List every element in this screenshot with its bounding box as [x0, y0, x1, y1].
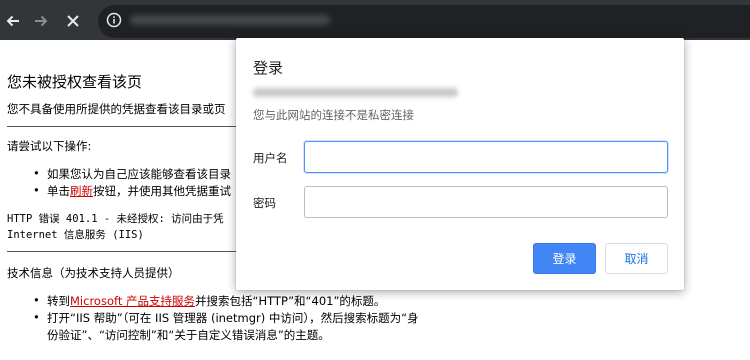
divider [7, 126, 247, 127]
connection-warning: 您与此网站的连接不是私密连接 [253, 108, 414, 122]
list-item: 如果您认为自己应该能够查看该目录 [33, 166, 231, 182]
list-item-continued: 份验证”、“访问控制”和“关于自定义错误消息”的主题。 [47, 328, 330, 342]
stop-button[interactable] [60, 8, 86, 34]
password-input[interactable] [304, 186, 668, 218]
bullet-text: 按钮，并使用其他凭据重试 [93, 184, 231, 198]
back-button[interactable] [0, 8, 26, 34]
bullet-text: 并搜索包括“HTTP”和“401”的标题。 [195, 294, 386, 308]
dialog-title: 登录 [253, 59, 284, 77]
info-icon[interactable] [106, 12, 122, 28]
bullet-text: 转到 [47, 294, 70, 308]
browser-toolbar [0, 0, 750, 40]
tech-heading: 技术信息（为技术支持人员提供） [7, 266, 180, 280]
username-label: 用户名 [253, 151, 288, 165]
list-item: 单击刷新按钮，并使用其他凭据重试 [33, 183, 231, 199]
support-link[interactable]: Microsoft 产品支持服务 [70, 294, 195, 308]
list-item: 转到Microsoft 产品支持服务并搜索包括“HTTP”和“401”的标题。 [33, 293, 386, 309]
cancel-button[interactable]: 取消 [605, 243, 668, 274]
forward-button[interactable] [28, 8, 54, 34]
password-label: 密码 [253, 196, 276, 210]
site-host-redacted [253, 88, 458, 97]
page-title: 您未被授权查看该页 [7, 73, 143, 91]
iis-line: Internet 信息服务 (IIS) [7, 229, 144, 241]
divider [7, 251, 247, 252]
page-description: 您不具备使用所提供的凭据查看该目录或页 [7, 102, 226, 116]
login-dialog: 登录 您与此网站的连接不是私密连接 用户名 密码 登录 取消 [236, 38, 684, 290]
error-code-line: HTTP 错误 401.1 - 未经授权: 访问由于凭 [7, 213, 224, 225]
list-item: 打开“IIS 帮助”（可在 IIS 管理器 (inetmgr) 中访问），然后搜… [33, 310, 419, 326]
bullet-text: 单击 [47, 184, 70, 198]
username-input[interactable] [304, 141, 668, 173]
login-button[interactable]: 登录 [533, 243, 596, 274]
try-heading: 请尝试以下操作: [7, 139, 92, 153]
address-text-redacted [130, 15, 330, 25]
arrow-left-icon [6, 15, 19, 27]
close-icon [67, 15, 79, 27]
refresh-link[interactable]: 刷新 [70, 184, 93, 198]
arrow-right-icon [35, 15, 48, 27]
